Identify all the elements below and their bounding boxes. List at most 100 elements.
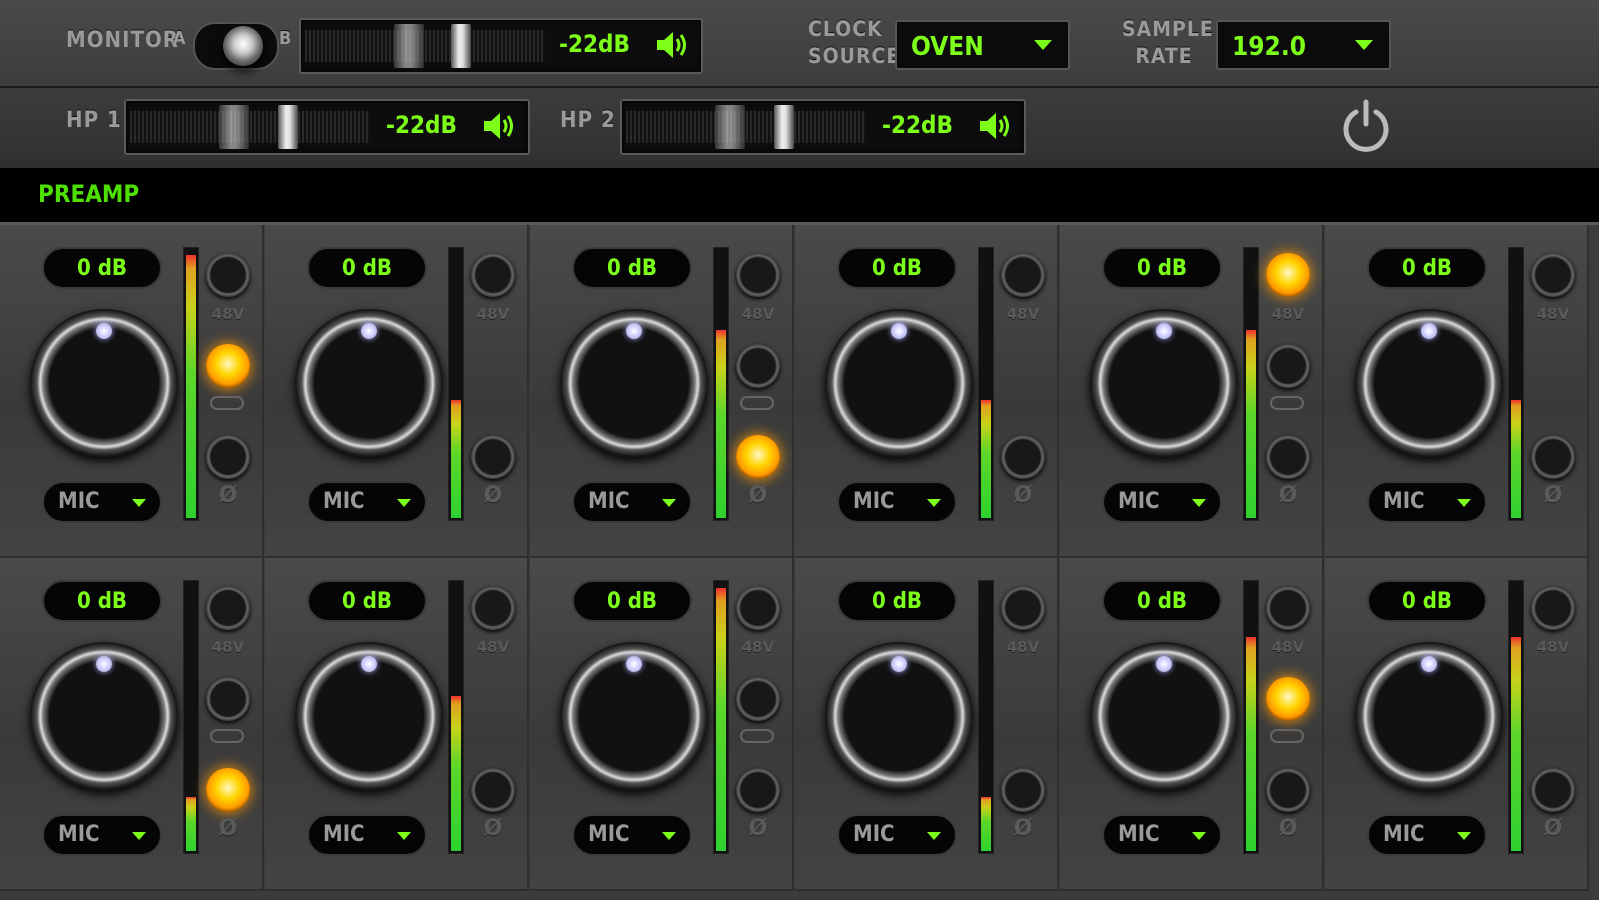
gain-knob[interactable] xyxy=(560,642,708,790)
preamp-channel-8: 0 dB 48V Ø MIC xyxy=(265,558,529,891)
input-type-dropdown[interactable]: MIC xyxy=(572,481,692,523)
phase-invert-button[interactable] xyxy=(1001,768,1045,812)
phase-invert-button[interactable] xyxy=(1531,768,1575,812)
power-icon[interactable] xyxy=(1338,98,1394,154)
fader-handle[interactable] xyxy=(774,105,794,149)
input-type-dropdown[interactable]: MIC xyxy=(572,814,692,856)
phase-invert-button[interactable] xyxy=(206,768,250,812)
phase-invert-button[interactable] xyxy=(1266,768,1310,812)
knob-indicator xyxy=(891,656,907,672)
gain-knob[interactable] xyxy=(1090,642,1238,790)
input-type-value: MIC xyxy=(323,822,365,847)
gain-knob[interactable] xyxy=(295,309,443,457)
link-button[interactable] xyxy=(736,677,780,721)
fader-handle[interactable] xyxy=(278,105,298,149)
speaker-icon[interactable] xyxy=(653,28,687,62)
phase-invert-button[interactable] xyxy=(471,435,515,479)
phantom-power-button[interactable] xyxy=(1266,253,1310,297)
input-type-dropdown[interactable]: MIC xyxy=(837,814,957,856)
gain-knob[interactable] xyxy=(560,309,708,457)
hp2-label: HP 2 xyxy=(560,108,616,133)
gain-knob[interactable] xyxy=(30,642,178,790)
preamp-channel-1: 0 dB 48V Ø MIC xyxy=(0,225,264,558)
phantom-power-button[interactable] xyxy=(736,586,780,630)
phantom-power-button[interactable] xyxy=(1531,253,1575,297)
gain-knob[interactable] xyxy=(1355,309,1503,457)
chevron-down-icon xyxy=(397,832,411,840)
input-type-dropdown[interactable]: MIC xyxy=(1102,814,1222,856)
level-meter xyxy=(713,580,729,854)
chevron-down-icon xyxy=(1457,499,1471,507)
speaker-icon[interactable] xyxy=(480,109,514,143)
preamp-title: PREAMP xyxy=(38,180,140,208)
level-meter-fill xyxy=(1246,637,1256,851)
phantom-power-label: 48V xyxy=(1006,638,1040,656)
gain-knob[interactable] xyxy=(1090,309,1238,457)
input-type-value: MIC xyxy=(1383,822,1425,847)
sample-rate-label: SAMPLE RATE xyxy=(1122,16,1214,70)
input-type-dropdown[interactable]: MIC xyxy=(1102,481,1222,523)
level-meter-fill xyxy=(716,330,726,518)
hp2-level-fader[interactable]: -22dB xyxy=(620,99,1026,155)
phantom-power-label: 48V xyxy=(741,638,775,656)
input-type-value: MIC xyxy=(853,489,895,514)
phantom-power-button[interactable] xyxy=(471,586,515,630)
phase-invert-button[interactable] xyxy=(736,435,780,479)
gain-knob[interactable] xyxy=(295,642,443,790)
phase-invert-button[interactable] xyxy=(1001,435,1045,479)
phantom-power-button[interactable] xyxy=(471,253,515,297)
sample-rate-value: 192.0 xyxy=(1232,32,1306,62)
phase-label: Ø xyxy=(1543,816,1563,841)
phase-invert-button[interactable] xyxy=(736,768,780,812)
phantom-power-button[interactable] xyxy=(206,586,250,630)
input-type-dropdown[interactable]: MIC xyxy=(1367,481,1487,523)
fader-track xyxy=(626,111,866,143)
input-type-dropdown[interactable]: MIC xyxy=(307,814,427,856)
phantom-power-button[interactable] xyxy=(1001,253,1045,297)
speaker-icon[interactable] xyxy=(976,109,1010,143)
level-meter xyxy=(1243,247,1259,521)
link-button[interactable] xyxy=(1266,677,1310,721)
phantom-power-button[interactable] xyxy=(1531,586,1575,630)
link-button[interactable] xyxy=(206,677,250,721)
phase-invert-button[interactable] xyxy=(1266,435,1310,479)
phase-invert-button[interactable] xyxy=(206,435,250,479)
phantom-power-button[interactable] xyxy=(736,253,780,297)
clock-label-line2: SOURCE xyxy=(808,44,901,68)
monitor-level-fader[interactable]: -22dB xyxy=(299,18,703,74)
clock-source-dropdown[interactable]: OVEN xyxy=(895,20,1070,70)
fader-handle[interactable] xyxy=(451,24,471,68)
gain-knob[interactable] xyxy=(825,642,973,790)
phantom-power-button[interactable] xyxy=(206,253,250,297)
chevron-down-icon xyxy=(662,499,676,507)
input-type-dropdown[interactable]: MIC xyxy=(42,481,162,523)
knob-indicator xyxy=(891,323,907,339)
phase-label: Ø xyxy=(748,816,768,841)
gain-knob[interactable] xyxy=(1355,642,1503,790)
link-button[interactable] xyxy=(736,344,780,388)
gain-knob[interactable] xyxy=(825,309,973,457)
preamp-channel-10: 0 dB 48V Ø MIC xyxy=(795,558,1059,891)
gain-knob[interactable] xyxy=(30,309,178,457)
input-type-dropdown[interactable]: MIC xyxy=(307,481,427,523)
input-type-value: MIC xyxy=(1118,822,1160,847)
chevron-down-icon xyxy=(662,832,676,840)
input-type-dropdown[interactable]: MIC xyxy=(1367,814,1487,856)
preamp-channel-5: 0 dB 48V Ø MIC xyxy=(1060,225,1324,558)
fader-track xyxy=(305,30,545,62)
phase-invert-button[interactable] xyxy=(471,768,515,812)
monitor-ab-toggle[interactable] xyxy=(193,22,279,70)
chevron-down-icon xyxy=(927,832,941,840)
rate-label-line1: SAMPLE xyxy=(1122,17,1214,41)
phantom-power-button[interactable] xyxy=(1001,586,1045,630)
input-type-dropdown[interactable]: MIC xyxy=(837,481,957,523)
sample-rate-dropdown[interactable]: 192.0 xyxy=(1216,20,1391,70)
hp1-level-fader[interactable]: -22dB xyxy=(124,99,530,155)
phase-invert-button[interactable] xyxy=(1531,435,1575,479)
link-button[interactable] xyxy=(1266,344,1310,388)
gain-display: 0 dB xyxy=(307,580,427,622)
gain-display: 0 dB xyxy=(42,580,162,622)
link-button[interactable] xyxy=(206,344,250,388)
phantom-power-button[interactable] xyxy=(1266,586,1310,630)
input-type-dropdown[interactable]: MIC xyxy=(42,814,162,856)
